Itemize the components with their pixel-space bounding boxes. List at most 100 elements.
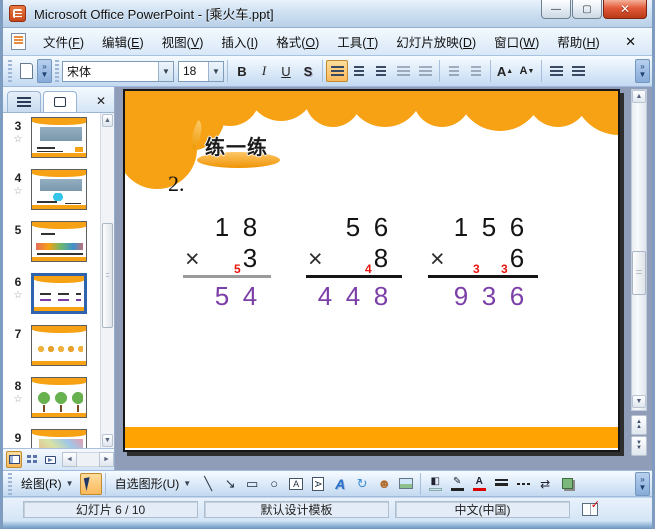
thumbnail-image[interactable] bbox=[31, 169, 87, 210]
thumbnail-image[interactable] bbox=[31, 429, 87, 448]
fill-color-button[interactable]: ◧ bbox=[424, 473, 446, 495]
text-box-button[interactable]: A bbox=[285, 473, 307, 495]
slide-thumbnail-6[interactable]: 6 ☆ bbox=[5, 273, 87, 314]
chevron-down-icon[interactable]: ▼ bbox=[158, 61, 173, 81]
wordart-button[interactable]: A bbox=[329, 473, 351, 495]
slide-thumbnail-3[interactable]: 3 ☆ bbox=[5, 117, 87, 158]
toolbar-grip[interactable] bbox=[8, 60, 12, 82]
menu-item[interactable]: 编辑(E) bbox=[93, 28, 153, 55]
tab-outline[interactable] bbox=[7, 91, 41, 112]
draw-menu-button[interactable]: 绘图(R) ▼ bbox=[15, 473, 80, 494]
scroll-up-arrow[interactable]: ▲ bbox=[102, 114, 113, 127]
line-style-button[interactable] bbox=[490, 473, 512, 495]
slide-thumbnail-9[interactable]: 9 bbox=[5, 429, 87, 448]
slide-number: 6 bbox=[14, 275, 22, 289]
menu-item[interactable]: 工具(T) bbox=[328, 28, 387, 55]
rectangle-tool-button[interactable]: ▭ bbox=[241, 473, 263, 495]
thumbnail-image[interactable] bbox=[31, 221, 87, 262]
tab-slides[interactable] bbox=[43, 91, 77, 112]
slide-thumbnail-4[interactable]: 4 ☆ bbox=[5, 169, 87, 210]
toolbar-options-button[interactable]: » ▼ bbox=[635, 59, 650, 83]
align-left-button[interactable] bbox=[326, 60, 348, 82]
underline-button[interactable]: U bbox=[275, 60, 297, 82]
slide-thumbnail-8[interactable]: 8 ☆ bbox=[5, 377, 87, 418]
toolbar-options-button[interactable]: » ▼ bbox=[635, 471, 650, 496]
diagram-button[interactable]: ↻ bbox=[351, 473, 373, 495]
font-color-button[interactable]: A bbox=[468, 473, 490, 495]
line-tool-button[interactable]: ╲ bbox=[197, 473, 219, 495]
character-spacing-button[interactable] bbox=[414, 60, 436, 82]
slide-sorter-button[interactable] bbox=[24, 451, 40, 468]
toolbar-grip[interactable] bbox=[55, 60, 59, 82]
line-color-button[interactable]: ✎ bbox=[446, 473, 468, 495]
toolbar-options-button[interactable]: » ▼ bbox=[37, 59, 52, 83]
menu-item[interactable]: 插入(I) bbox=[212, 28, 267, 55]
toolbar-grip[interactable] bbox=[8, 472, 12, 495]
italic-button[interactable]: I bbox=[253, 60, 275, 82]
maximize-button[interactable]: ▢ bbox=[572, 0, 602, 19]
multiplication-problem-1[interactable]: 1 8 3 × 5 5 4 bbox=[183, 212, 271, 311]
slide-thumbnail-7[interactable]: 7 bbox=[5, 325, 87, 366]
bold-button[interactable]: B bbox=[231, 60, 253, 82]
decrease-indent-button[interactable] bbox=[545, 60, 567, 82]
new-slide-button[interactable] bbox=[15, 60, 37, 82]
autoshapes-menu-button[interactable]: 自选图形(U) ▼ bbox=[109, 473, 198, 494]
close-panel-button[interactable]: ✕ bbox=[96, 94, 110, 112]
arrow-style-button[interactable]: ⇄ bbox=[534, 473, 556, 495]
font-size-combo[interactable]: 18 ▼ bbox=[178, 60, 224, 82]
slide-canvas[interactable]: 练一练 2. 1 8 3 × 5 5 4 5 6 8 × 4 4 4 8 1 5 6 6 × 3 3 9 3 6 bbox=[123, 89, 620, 452]
chevron-down-icon[interactable]: ▼ bbox=[208, 61, 223, 81]
thumbnail-image[interactable] bbox=[31, 325, 87, 366]
menu-item[interactable]: 帮助(H) bbox=[548, 28, 608, 55]
decrease-font-button[interactable]: A ▼ bbox=[516, 60, 538, 82]
multiplication-problem-2[interactable]: 5 6 8 × 4 4 4 8 bbox=[306, 212, 402, 311]
design-template-status[interactable]: 默认设计模板 bbox=[204, 501, 389, 518]
thumbnail-image[interactable] bbox=[31, 117, 87, 158]
close-button[interactable]: ✕ bbox=[603, 0, 647, 19]
language-status[interactable]: 中文(中国) bbox=[395, 501, 570, 518]
increase-font-button[interactable]: A ▲ bbox=[494, 60, 516, 82]
vertical-text-box-button[interactable]: A bbox=[307, 473, 329, 495]
normal-view-button[interactable] bbox=[6, 451, 22, 468]
vertical-scrollbar[interactable]: ▲ ▼ ▲ ▲ ▼ ▼ bbox=[631, 89, 647, 456]
multiplication-problem-3[interactable]: 1 5 6 6 × 3 3 9 3 6 bbox=[428, 212, 538, 311]
scroll-up-arrow[interactable]: ▲ bbox=[632, 90, 646, 103]
previous-slide-button[interactable]: ▲ ▲ bbox=[631, 415, 647, 435]
clip-art-button[interactable]: ☻ bbox=[373, 473, 395, 495]
oval-tool-button[interactable]: ○ bbox=[263, 473, 285, 495]
slideshow-button[interactable] bbox=[42, 451, 58, 468]
align-right-button[interactable] bbox=[370, 60, 392, 82]
panel-scrollbar[interactable]: ▲ ▼ bbox=[100, 113, 114, 448]
shadow-style-button[interactable] bbox=[556, 473, 578, 495]
scroll-left-arrow[interactable]: ◄ bbox=[62, 452, 77, 467]
next-slide-button[interactable]: ▼ ▼ bbox=[631, 436, 647, 456]
menu-item[interactable]: 窗口(W) bbox=[485, 28, 548, 55]
horizontal-scrollbar[interactable]: ◄ ► bbox=[62, 452, 114, 467]
thumbnail-image[interactable] bbox=[31, 273, 87, 314]
thumbnail-image[interactable] bbox=[31, 377, 87, 418]
panel-scroll-thumb[interactable] bbox=[102, 223, 113, 328]
menu-item[interactable]: 格式(O) bbox=[267, 28, 328, 55]
close-document-button[interactable]: ✕ bbox=[615, 34, 646, 50]
dash-style-button[interactable] bbox=[512, 473, 534, 495]
menu-item[interactable]: 幻灯片放映(D) bbox=[387, 28, 485, 55]
insert-picture-button[interactable] bbox=[395, 473, 417, 495]
font-name-combo[interactable]: 宋体 ▼ bbox=[62, 60, 174, 82]
numbered-list-button[interactable] bbox=[443, 60, 465, 82]
bullet-list-button[interactable] bbox=[465, 60, 487, 82]
scroll-down-arrow[interactable]: ▼ bbox=[102, 434, 113, 447]
slide-editing-area[interactable]: 练一练 2. 1 8 3 × 5 5 4 5 6 8 × 4 4 4 8 1 5 6 6 × 3 3 9 3 6 ▲ ▼ ▲ ▲ … bbox=[115, 87, 652, 470]
select-objects-button[interactable] bbox=[79, 472, 102, 495]
scroll-right-arrow[interactable]: ► bbox=[99, 452, 114, 467]
arrow-tool-button[interactable]: ↘ bbox=[219, 473, 241, 495]
minimize-button[interactable]: — bbox=[541, 0, 571, 19]
scroll-thumb[interactable] bbox=[632, 251, 646, 295]
menu-item[interactable]: 视图(V) bbox=[153, 28, 213, 55]
increase-indent-button[interactable] bbox=[567, 60, 589, 82]
distribute-text-button[interactable] bbox=[392, 60, 414, 82]
text-shadow-button[interactable]: S bbox=[297, 60, 319, 82]
menu-item[interactable]: 文件(F) bbox=[34, 28, 93, 55]
slide-thumbnail-5[interactable]: 5 bbox=[5, 221, 87, 262]
scroll-down-arrow[interactable]: ▼ bbox=[632, 395, 646, 408]
align-center-button[interactable] bbox=[348, 60, 370, 82]
